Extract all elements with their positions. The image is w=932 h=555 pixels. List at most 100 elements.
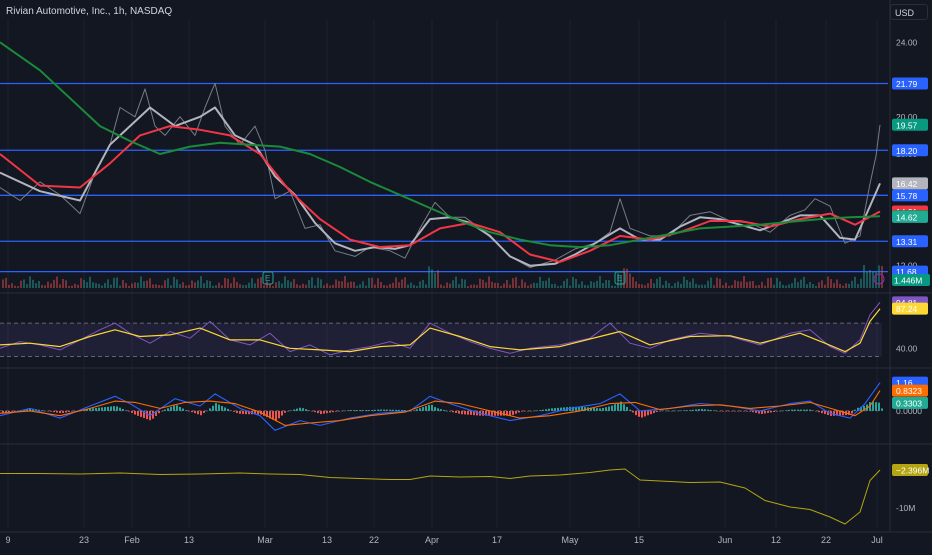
- volume-bar: [815, 285, 817, 288]
- volume-bar: [503, 283, 505, 288]
- macd-histogram-bar: [197, 410, 199, 415]
- macd-histogram-bar: [425, 406, 427, 411]
- volume-bar: [83, 279, 85, 288]
- volume-bar: [491, 281, 493, 288]
- volume-bar: [509, 284, 511, 288]
- macd-histogram-bar: [209, 408, 211, 411]
- currency-selector[interactable]: USD: [890, 4, 928, 20]
- volume-bar: [176, 279, 178, 288]
- volume-bar: [602, 283, 604, 288]
- macd-histogram-bar: [434, 407, 436, 411]
- volume-bar: [734, 280, 736, 288]
- volume-bar: [413, 284, 415, 288]
- volume-bar: [206, 280, 208, 288]
- volume-bar: [434, 273, 436, 288]
- x-tick-label-3: 13: [184, 535, 194, 545]
- x-tick-label-1: 23: [79, 535, 89, 545]
- macd-histogram-bar: [182, 408, 184, 411]
- obv-tick-0: -10M: [896, 503, 915, 513]
- chart-canvas[interactable]: 24.0020.0018.0016.4213.3112.0021.7919.57…: [0, 0, 932, 550]
- volume-bar: [23, 279, 25, 288]
- volume-bar: [167, 278, 169, 288]
- volume-bar: [521, 279, 523, 288]
- rsi-tick-0: 40.00: [896, 343, 918, 353]
- macd-histogram-bar: [593, 407, 595, 411]
- volume-bar: [86, 282, 88, 288]
- macd-histogram-bar: [302, 408, 304, 411]
- volume-bar: [251, 278, 253, 288]
- volume-bar: [641, 284, 643, 288]
- volume-bar: [149, 278, 151, 288]
- volume-bar: [224, 277, 226, 288]
- volume-bar: [731, 285, 733, 288]
- macd-histogram-bar: [464, 410, 466, 415]
- volume-bar: [752, 281, 754, 288]
- volume-bar: [524, 282, 526, 288]
- x-tick-label-8: 17: [492, 535, 502, 545]
- volume-bar: [398, 282, 400, 288]
- volume-bar: [53, 279, 55, 288]
- price-label-0-text: 21.79: [896, 79, 918, 89]
- volume-bar: [32, 279, 34, 288]
- volume-bar: [683, 276, 685, 288]
- volume-bar: [425, 284, 427, 288]
- volume-bar: [677, 281, 679, 288]
- volume-bar: [254, 283, 256, 288]
- volume-bar: [470, 284, 472, 288]
- volume-bar: [404, 277, 406, 288]
- volume-bar: [215, 285, 217, 288]
- volume-bar: [794, 277, 796, 288]
- volume-bar: [128, 285, 130, 288]
- macd-histogram-bar: [170, 406, 172, 411]
- volume-bar: [50, 283, 52, 288]
- macd-histogram-bar: [200, 410, 202, 416]
- macd-histogram-bar: [275, 410, 277, 422]
- volume-bar: [131, 283, 133, 288]
- volume-bar: [791, 283, 793, 288]
- volume-bar: [638, 283, 640, 288]
- macd-histogram-bar: [557, 407, 559, 411]
- macd-label-2: 0.3303: [892, 396, 928, 409]
- macd-histogram-bar: [140, 410, 142, 417]
- volume-bar: [353, 281, 355, 288]
- volume-label: 1.446M: [892, 274, 930, 286]
- volume-bar: [122, 279, 124, 288]
- volume-bar: [581, 281, 583, 288]
- x-tick-label-2: Feb: [124, 535, 140, 545]
- volume-bar: [578, 284, 580, 288]
- volume-bar: [44, 285, 46, 288]
- volume-bar: [530, 284, 532, 288]
- volume-bar: [770, 277, 772, 288]
- macd-histogram-bar: [611, 405, 613, 411]
- volume-bar: [212, 285, 214, 288]
- volume-bar: [428, 266, 430, 288]
- obv-label-0: −2.396M: [892, 463, 929, 476]
- volume-bar: [518, 285, 520, 288]
- macd-histogram-bar: [113, 406, 115, 411]
- volume-bar: [248, 282, 250, 288]
- volume-bar: [368, 277, 370, 288]
- macd-histogram-bar: [167, 408, 169, 411]
- volume-bar: [812, 284, 814, 288]
- volume-bar: [26, 284, 28, 288]
- volume-bar: [533, 282, 535, 288]
- volume-bar: [416, 285, 418, 288]
- volume-bar: [386, 285, 388, 288]
- x-tick-label-4: Mar: [257, 535, 273, 545]
- macd-histogram-bar: [824, 410, 826, 415]
- volume-bar: [674, 283, 676, 288]
- volume-bar: [740, 281, 742, 288]
- volume-bar: [632, 277, 634, 288]
- macd-histogram-bar: [194, 410, 196, 414]
- volume-bar: [158, 285, 160, 288]
- volume-bar: [182, 282, 184, 288]
- chart-stage: 24.0020.0018.0016.4213.3112.0021.7919.57…: [0, 0, 932, 550]
- volume-bar: [869, 269, 871, 288]
- volume-bar: [695, 283, 697, 288]
- volume-bar: [5, 277, 7, 288]
- volume-bar: [431, 269, 433, 288]
- volume-bar: [47, 281, 49, 288]
- volume-bar: [818, 282, 820, 288]
- volume-bar: [821, 280, 823, 288]
- volume-bar: [329, 285, 331, 288]
